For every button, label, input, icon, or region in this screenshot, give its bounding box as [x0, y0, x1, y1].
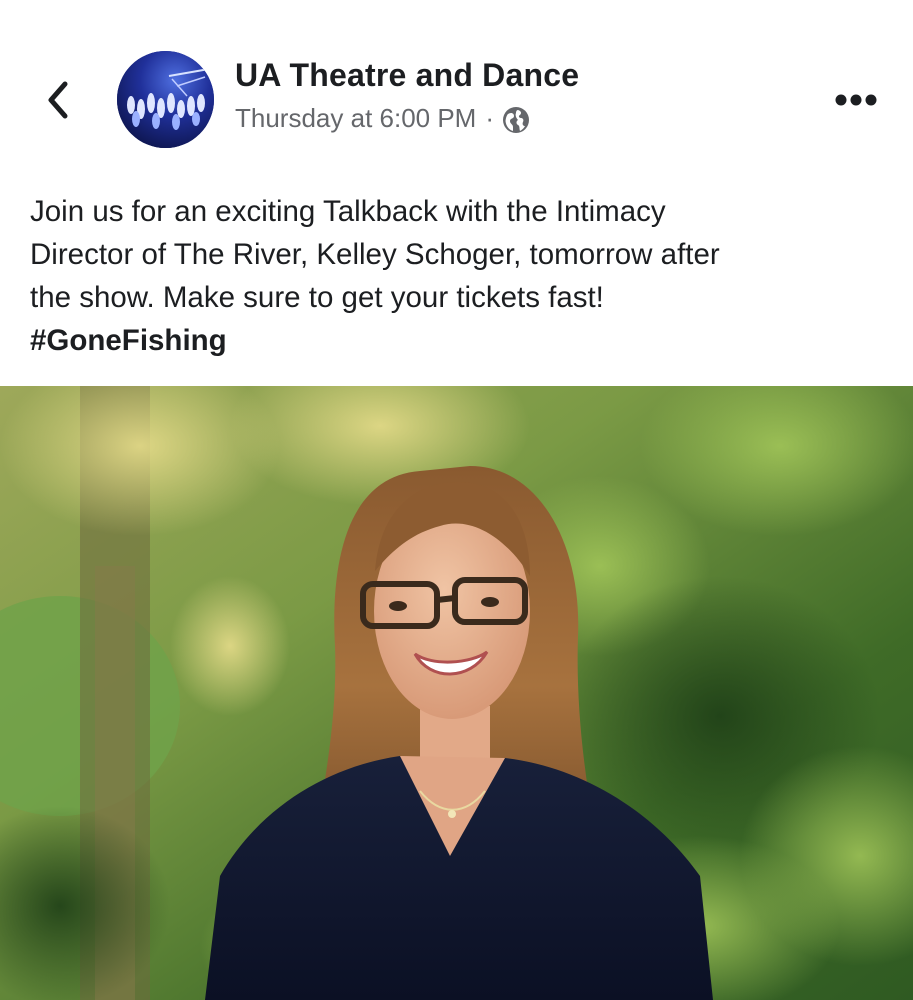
more-horizontal-icon	[835, 94, 877, 106]
globe-icon	[502, 106, 530, 134]
post-meta: Thursday at 6:00 PM ·	[235, 103, 530, 134]
portrait-photo	[0, 386, 913, 1000]
theatre-stage-avatar	[117, 51, 214, 148]
post-header: UA Theatre and Dance Thursday at 6:00 PM…	[0, 0, 913, 170]
post-text-line: Join us for an exciting Talkback with th…	[30, 195, 666, 228]
post-timestamp[interactable]: Thursday at 6:00 PM	[235, 103, 476, 134]
post-photo[interactable]	[0, 386, 913, 1000]
hashtag-link[interactable]: #GoneFishing	[30, 319, 227, 362]
post-text-line: the show. Make sure to get your tickets …	[30, 281, 604, 314]
back-button[interactable]	[34, 70, 82, 130]
post-body-text: Join us for an exciting Talkback with th…	[30, 190, 890, 362]
more-options-button[interactable]	[826, 80, 886, 120]
page-name[interactable]: UA Theatre and Dance	[235, 57, 579, 94]
meta-separator: ·	[485, 103, 495, 133]
post-text-line: Director of The River, Kelley Schoger, t…	[30, 238, 720, 271]
chevron-left-icon	[48, 81, 68, 119]
page-avatar[interactable]	[117, 51, 214, 148]
